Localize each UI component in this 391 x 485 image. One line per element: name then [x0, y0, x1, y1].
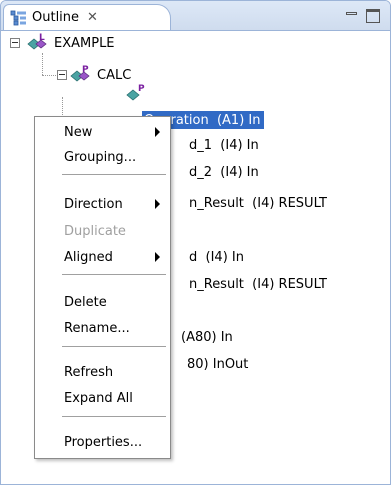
- maximize-icon[interactable]: [366, 9, 380, 23]
- procedure-node-icon: P: [70, 65, 90, 82]
- tree-node-label: d_1 (I4) In: [189, 137, 259, 153]
- menu-item-refresh[interactable]: Refresh: [35, 360, 170, 384]
- menu-separator: [62, 274, 166, 275]
- tree-node-label: n_Result (I4) RESULT: [189, 276, 327, 292]
- collapse-icon[interactable]: [57, 70, 67, 80]
- minimize-icon[interactable]: [345, 9, 359, 23]
- tree-node[interactable]: 80) InOut: [187, 353, 248, 375]
- menu-item-duplicate: Duplicate: [64, 223, 126, 239]
- view-tab-bar: Outline ✕: [1, 1, 390, 31]
- menu-separator: [62, 346, 166, 347]
- tree-node-label: 80) InOut: [187, 356, 249, 372]
- menu-item-grouping[interactable]: Grouping...: [35, 145, 170, 169]
- menu-item-rename[interactable]: Rename...: [35, 316, 170, 340]
- submenu-arrow-icon: [155, 127, 160, 137]
- tree-node-label: CALC: [97, 67, 132, 83]
- collapse-icon[interactable]: [10, 38, 20, 48]
- tree-node[interactable]: (A80) In: [181, 326, 233, 348]
- menu-item-properties[interactable]: Properties...: [35, 430, 170, 454]
- menu-item-delete[interactable]: Delete: [35, 290, 170, 314]
- tree-node-calc[interactable]: P CALC: [57, 64, 131, 86]
- tree-node-root[interactable]: L EXAMPLE: [10, 32, 115, 54]
- submenu-arrow-icon: [155, 199, 160, 209]
- tab-title: Outline: [32, 10, 80, 25]
- parameter-node-icon: P: [126, 84, 145, 101]
- tree-node-label: d (I4) In: [189, 249, 244, 265]
- tree-node[interactable]: n_Result (I4) RESULT: [189, 273, 327, 295]
- submenu-arrow-icon: [155, 252, 160, 262]
- tree-node[interactable]: n_Result (I4) RESULT: [189, 192, 327, 214]
- outline-view: Outline ✕ L EXAMPLE P CALC P Operation (…: [0, 0, 391, 485]
- svg-text:L: L: [39, 33, 45, 43]
- menu-item-expand-all[interactable]: Expand All: [35, 386, 170, 410]
- tree-node-label: n_Result (I4) RESULT: [189, 195, 327, 211]
- tree-node[interactable]: d (I4) In: [189, 246, 244, 268]
- menu-separator: [62, 416, 166, 417]
- menu-separator: [62, 174, 166, 175]
- close-icon[interactable]: ✕: [87, 10, 98, 25]
- tree-node-label: EXAMPLE: [54, 35, 115, 51]
- tree-node[interactable]: d_1 (I4) In: [189, 134, 259, 156]
- menu-item-new[interactable]: New: [35, 120, 170, 144]
- svg-text:P: P: [82, 65, 89, 75]
- program-node-icon: L: [27, 33, 47, 50]
- context-menu: New Grouping... Direction Duplicate Alig…: [34, 116, 171, 459]
- svg-text:P: P: [138, 84, 145, 94]
- menu-item-direction[interactable]: Direction: [35, 192, 170, 216]
- tree-node[interactable]: d_2 (I4) In: [189, 161, 259, 183]
- tree-node-label: d_2 (I4) In: [189, 164, 259, 180]
- outline-view-icon: [10, 10, 26, 25]
- outline-tab[interactable]: Outline ✕: [3, 4, 171, 30]
- tree-node-label: (A80) In: [181, 329, 233, 345]
- menu-item-aligned[interactable]: Aligned: [35, 245, 170, 269]
